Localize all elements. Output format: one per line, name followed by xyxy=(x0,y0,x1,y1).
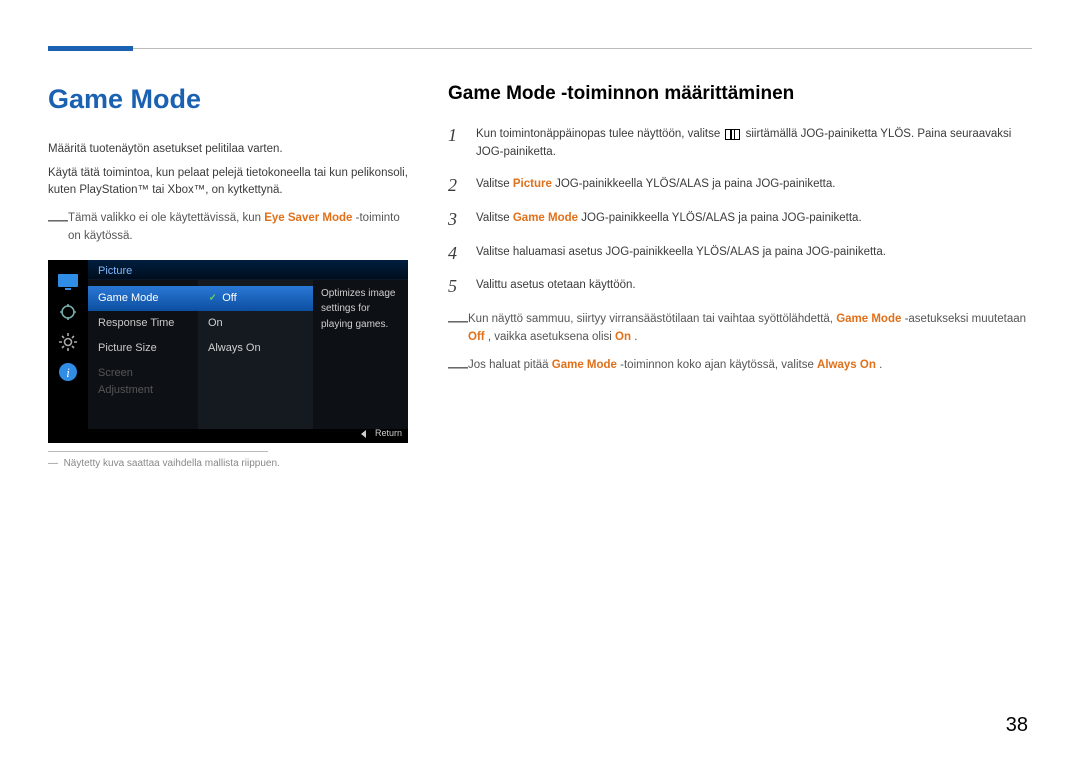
step-post: JOG-painikkeella YLÖS/ALAS ja paina JOG-… xyxy=(555,178,835,190)
step-text: Valitse haluamasi asetus JOG-painikkeell… xyxy=(476,244,886,262)
gear-icon xyxy=(54,328,82,356)
osd-options: ✓ Off On Always On xyxy=(198,280,313,429)
step-number: 5 xyxy=(448,277,458,297)
note-text: Kun näyttö sammuu, siirtyy virransäästöt… xyxy=(468,311,1032,347)
step-row: 5 Valittu asetus otetaan käyttöön. xyxy=(448,277,1032,297)
note-pre: Tämä valikko ei ole käytettävissä, kun xyxy=(68,212,264,224)
nb-pre: Jos haluat pitää xyxy=(468,359,552,371)
step-row: 2 Valitse Picture JOG-painikkeella YLÖS/… xyxy=(448,176,1032,196)
step-row: 3 Valitse Game Mode JOG-painikkeella YLÖ… xyxy=(448,210,1032,230)
step-post: JOG-painikkeella YLÖS/ALAS ja paina JOG-… xyxy=(581,212,861,224)
note-text: Tämä valikko ei ole käytettävissä, kun E… xyxy=(68,210,408,246)
osd-panel: Game Mode Response Time Picture Size Scr… xyxy=(88,280,408,429)
na-mid1: -asetukseksi muutetaan xyxy=(905,313,1026,325)
osd-description: Optimizes image settings for playing gam… xyxy=(313,280,408,429)
footnote-divider xyxy=(48,451,268,452)
nb-mid: -toiminnon koko ajan käytössä, valitse xyxy=(620,359,817,371)
dash-icon: ― xyxy=(448,361,462,379)
step-row: 1 Kun toimintonäppäinopas tulee näyttöön… xyxy=(448,126,1032,162)
footnote-text: Näytetty kuva saattaa vaihdella mallista… xyxy=(64,458,280,469)
step-number: 4 xyxy=(448,244,458,264)
menu-box-icon xyxy=(725,129,740,140)
step-number: 3 xyxy=(448,210,458,230)
osd-menu-item: Picture Size xyxy=(88,336,198,361)
osd-option: Always On xyxy=(198,336,313,361)
note-always-on: ― Jos haluat pitää Game Mode -toiminnon … xyxy=(448,357,1032,375)
osd-return-label: Return xyxy=(375,428,402,438)
osd-nav-icons: i xyxy=(48,260,88,443)
subsection-title: Game Mode -toiminnon määrittäminen xyxy=(448,79,1032,108)
left-triangle-icon xyxy=(361,430,366,438)
footnote: ― Näytetty kuva saattaa vaihdella mallis… xyxy=(48,456,408,472)
osd-return: Return xyxy=(361,427,402,441)
step-pre: Valitse xyxy=(476,178,513,190)
step-number: 1 xyxy=(448,126,458,146)
right-column: Game Mode -toiminnon määrittäminen 1 Kun… xyxy=(448,79,1032,471)
osd-screenshot: i Picture Game Mode Response Time Pictur… xyxy=(48,260,408,443)
nb-b1: Game Mode xyxy=(552,359,617,371)
monitor-icon xyxy=(54,268,82,296)
na-pre: Kun näyttö sammuu, siirtyy virransäästöt… xyxy=(468,313,836,325)
osd-option: On xyxy=(198,311,313,336)
step-number: 2 xyxy=(448,176,458,196)
note-text: Jos haluat pitää Game Mode -toiminnon ko… xyxy=(468,357,882,375)
osd-menu: Game Mode Response Time Picture Size Scr… xyxy=(88,280,198,429)
osd-menu-item: Response Time xyxy=(88,311,198,336)
page: Game Mode Määritä tuotenäytön asetukset … xyxy=(0,0,1080,471)
info-icon: i xyxy=(54,358,82,386)
dash-icon: ― xyxy=(48,214,62,250)
step-pre: Kun toimintonäppäinopas tulee näyttöön, … xyxy=(476,128,723,140)
header-accent xyxy=(48,46,133,51)
intro-para-1: Määritä tuotenäytön asetukset pelitilaa … xyxy=(48,141,408,159)
step-bold: Game Mode xyxy=(513,212,578,224)
note-bold: Eye Saver Mode xyxy=(264,212,352,224)
header-divider xyxy=(48,48,1032,49)
radial-icon xyxy=(54,298,82,326)
step-row: 4 Valitse haluamasi asetus JOG-painikkee… xyxy=(448,244,1032,264)
step-text: Valitse Picture JOG-painikkeella YLÖS/AL… xyxy=(476,176,835,194)
na-mid2: , vaikka asetuksena olisi xyxy=(488,331,615,343)
step-bold: Picture xyxy=(513,178,552,190)
dash-icon: ― xyxy=(448,315,462,351)
na-b3: On xyxy=(615,331,631,343)
page-number: 38 xyxy=(1006,710,1028,741)
na-b2: Off xyxy=(468,331,485,343)
osd-section-strip: Picture xyxy=(88,260,408,280)
step-text: Kun toimintonäppäinopas tulee näyttöön, … xyxy=(476,126,1032,162)
note-power-off: ― Kun näyttö sammuu, siirtyy virransääst… xyxy=(448,311,1032,347)
nb-b2: Always On xyxy=(817,359,876,371)
nb-end: . xyxy=(879,359,882,371)
dash-icon: ― xyxy=(48,458,61,469)
step-text: Valittu asetus otetaan käyttöön. xyxy=(476,277,636,295)
columns: Game Mode Määritä tuotenäytön asetukset … xyxy=(48,79,1032,471)
osd-option-label: Off xyxy=(222,292,236,304)
osd-menu-item: Game Mode xyxy=(88,286,198,311)
step-text: Valitse Game Mode JOG-painikkeella YLÖS/… xyxy=(476,210,862,228)
osd-section-label: Picture xyxy=(98,265,132,277)
note-eye-saver: ― Tämä valikko ei ole käytettävissä, kun… xyxy=(48,210,408,246)
osd-menu-item: Screen Adjustment xyxy=(88,361,198,403)
svg-text:i: i xyxy=(66,365,70,380)
osd-option: ✓ Off xyxy=(198,286,313,311)
na-end: . xyxy=(634,331,637,343)
section-title-main: Game Mode xyxy=(48,79,408,121)
step-list: 1 Kun toimintonäppäinopas tulee näyttöön… xyxy=(448,126,1032,297)
step-pre: Valitse xyxy=(476,212,513,224)
intro-para-2: Käytä tätä toimintoa, kun pelaat pelejä … xyxy=(48,165,408,201)
na-b1: Game Mode xyxy=(836,313,901,325)
left-column: Game Mode Määritä tuotenäytön asetukset … xyxy=(48,79,408,471)
check-icon: ✓ xyxy=(209,291,217,305)
